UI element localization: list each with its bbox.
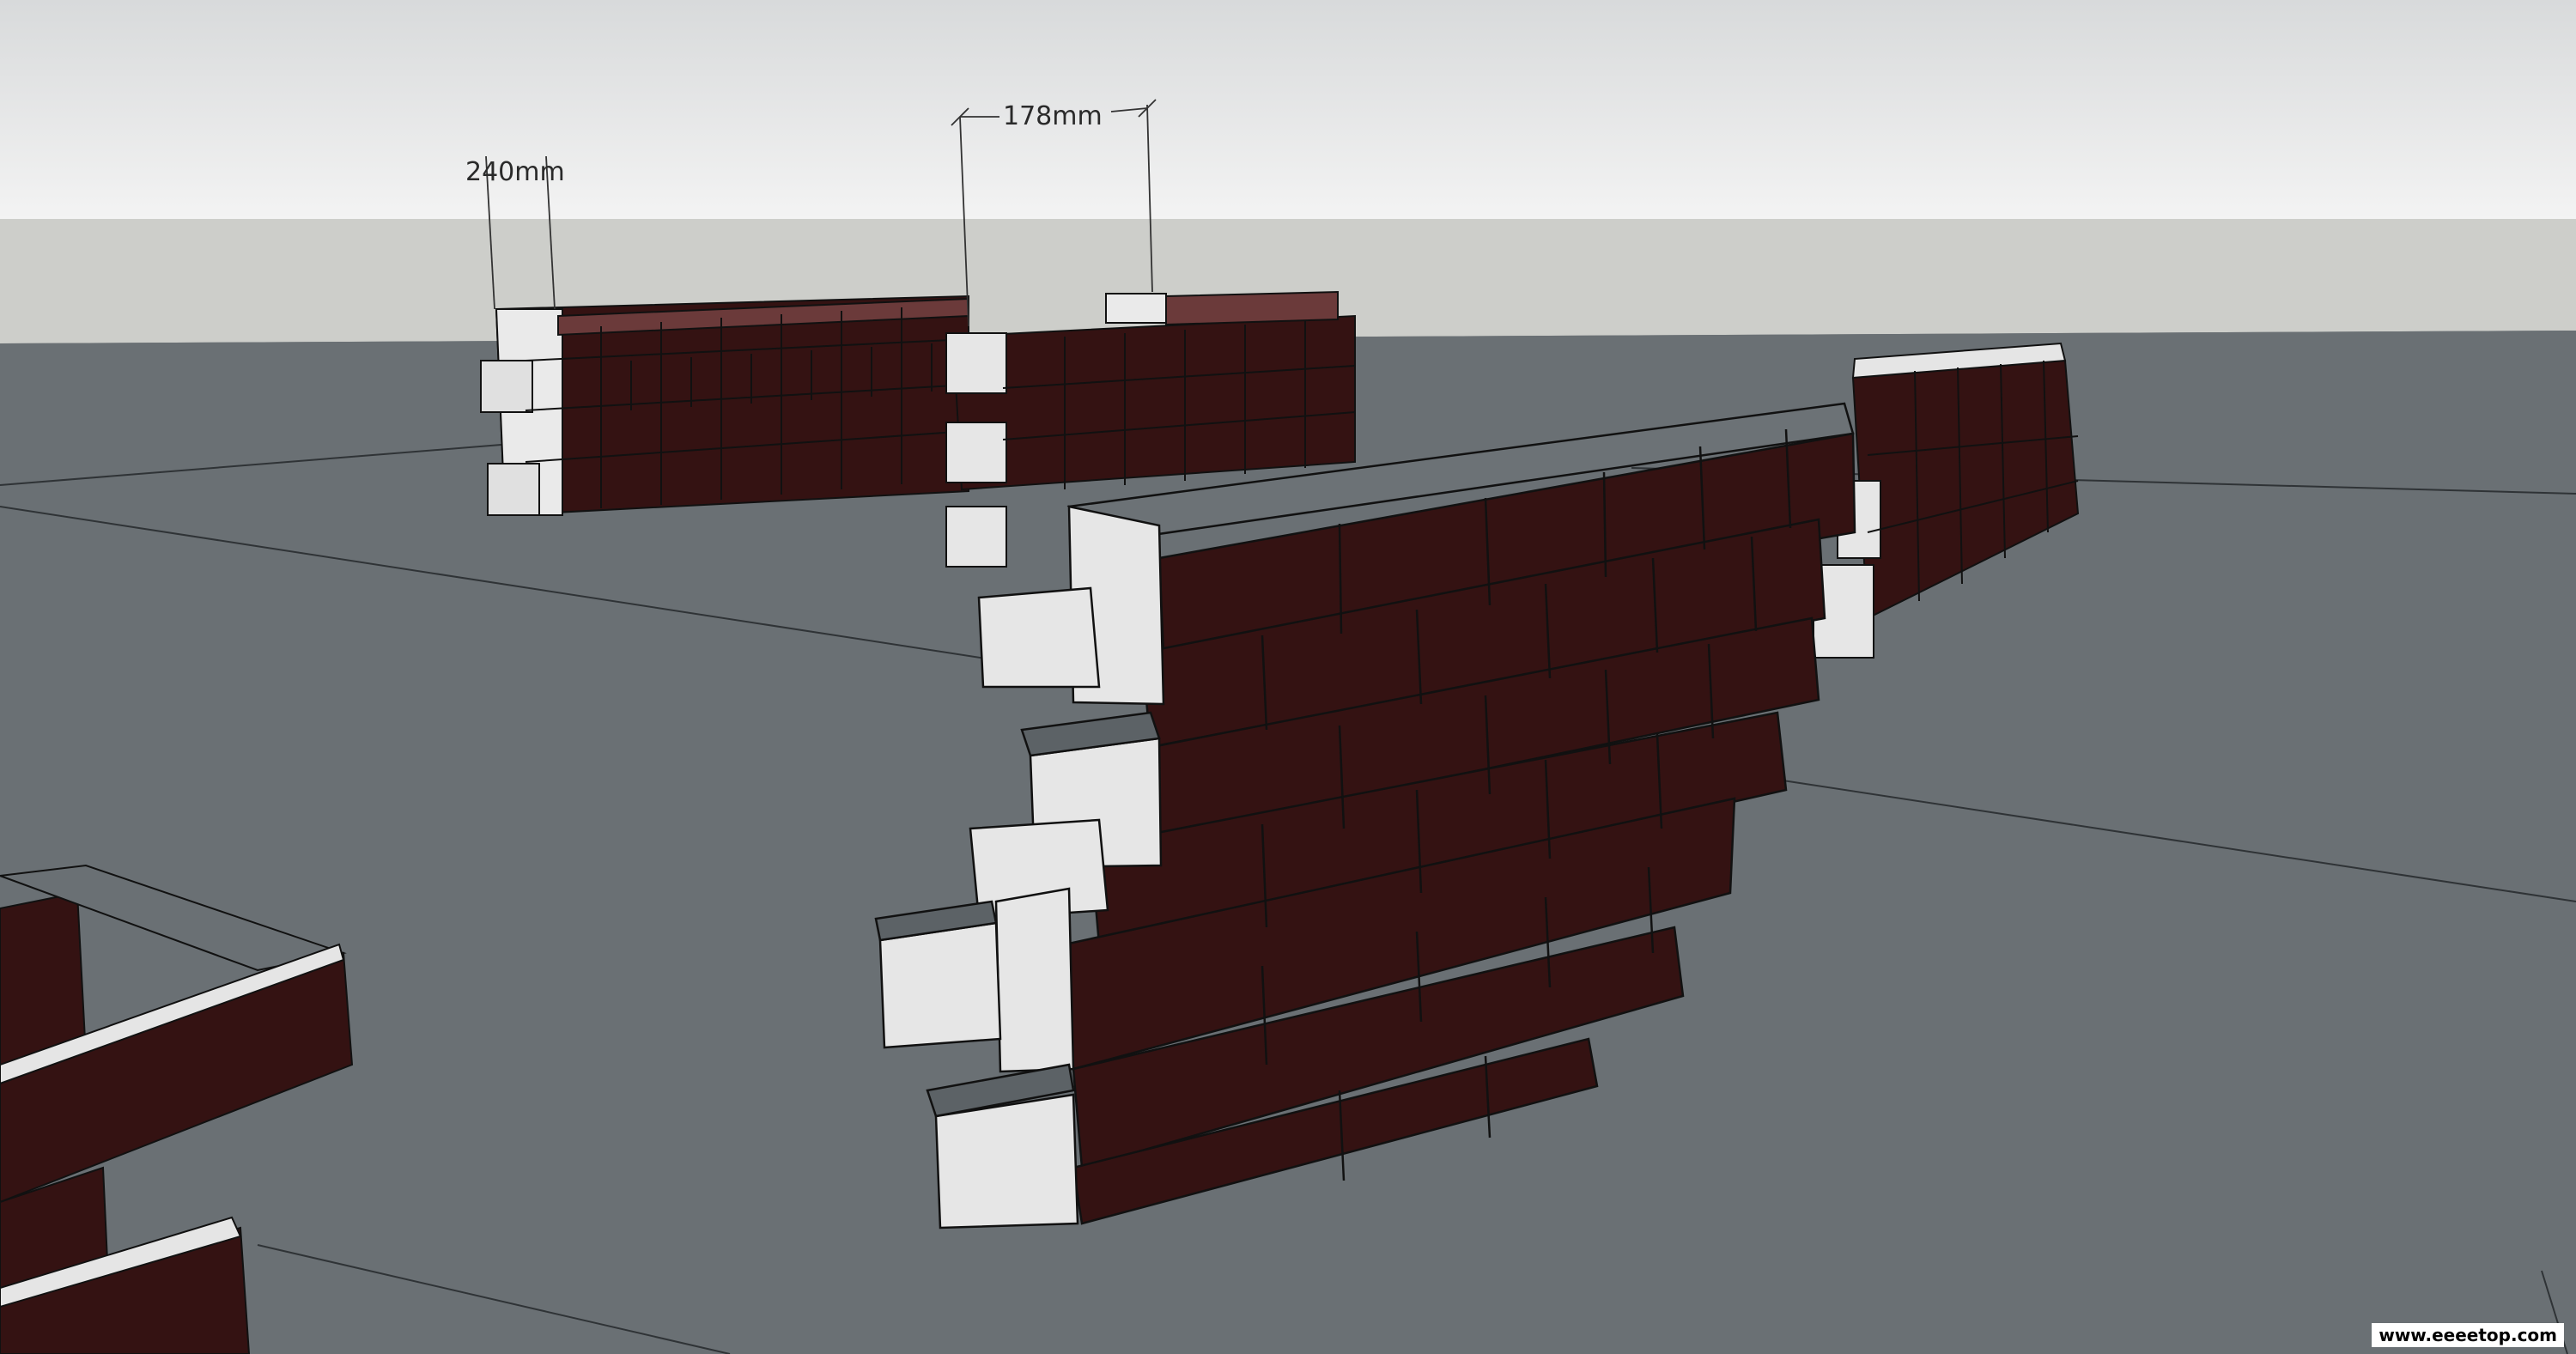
dimension-240mm-label: 240mm xyxy=(465,157,565,187)
dimension-178mm-label: 178mm xyxy=(1003,101,1103,131)
watermark: www.eeeetop.com xyxy=(2372,1323,2564,1347)
sky xyxy=(0,0,2576,219)
brick-wall-back-left xyxy=(480,294,969,517)
3d-viewport[interactable]: 240mm 178mm xyxy=(0,0,2576,1354)
